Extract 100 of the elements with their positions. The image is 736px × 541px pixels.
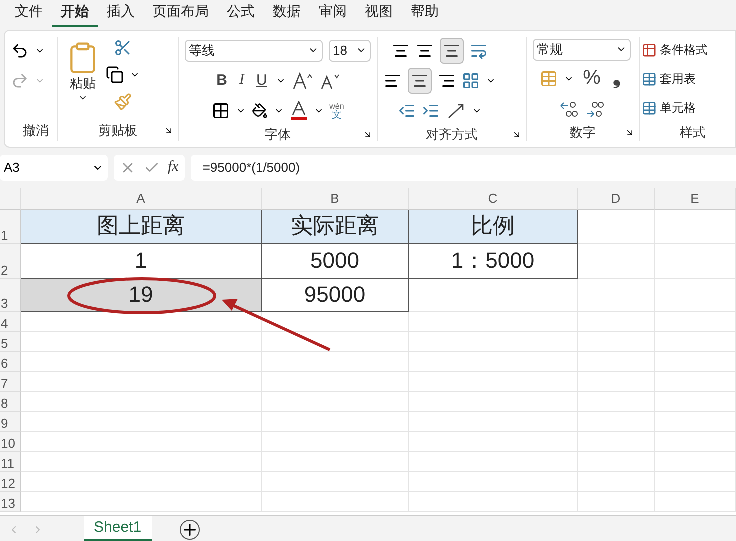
table-cell[interactable]: 5000 <box>262 244 409 279</box>
empty-cell[interactable] <box>262 492 409 512</box>
empty-cell[interactable] <box>655 492 736 512</box>
empty-cell[interactable] <box>655 432 736 452</box>
phonetic-button[interactable]: wén 文 <box>330 102 344 120</box>
align-bottom-button[interactable] <box>440 38 464 64</box>
undo-icon[interactable] <box>11 42 29 60</box>
empty-cell[interactable] <box>655 244 736 279</box>
empty-cell[interactable] <box>578 372 655 392</box>
copy-icon[interactable] <box>106 66 124 84</box>
empty-cell[interactable] <box>262 312 409 332</box>
column-header[interactable]: A <box>21 188 262 210</box>
ribbon-tab[interactable]: 文件 <box>6 0 52 28</box>
paintbrush-icon[interactable] <box>114 92 132 111</box>
row-header[interactable]: 11 <box>0 452 21 472</box>
font-color-icon[interactable] <box>290 100 308 121</box>
empty-cell[interactable] <box>578 278 655 312</box>
ribbon-tab[interactable]: 视图 <box>356 0 402 28</box>
empty-cell[interactable] <box>409 352 578 372</box>
empty-cell[interactable] <box>409 372 578 392</box>
empty-cell[interactable] <box>655 472 736 492</box>
currency-format-icon[interactable] <box>540 70 558 88</box>
increase-decimal-icon[interactable] <box>559 100 579 118</box>
table-cell[interactable]: 95000 <box>262 278 409 312</box>
scissors-icon[interactable] <box>114 38 132 57</box>
ribbon-tab[interactable]: 帮助 <box>402 0 448 28</box>
font-name-dropdown[interactable]: 等线 <box>185 40 323 62</box>
empty-cell[interactable] <box>655 210 736 244</box>
empty-cell[interactable] <box>655 452 736 472</box>
empty-cell[interactable] <box>655 278 736 312</box>
paste-button[interactable]: 粘贴 <box>64 38 102 119</box>
empty-cell[interactable] <box>262 472 409 492</box>
row-header[interactable]: 1 <box>0 210 21 244</box>
insert-function-button[interactable]: fx <box>168 159 179 176</box>
ribbon-tab[interactable]: 插入 <box>98 0 144 28</box>
formula-input[interactable]: =95000*(1/5000) <box>190 154 736 181</box>
empty-cell[interactable] <box>409 412 578 432</box>
row-header[interactable]: 3 <box>0 278 21 312</box>
number-format-dropdown[interactable]: 常规 <box>533 38 631 61</box>
empty-cell[interactable] <box>409 492 578 512</box>
ribbon-tab[interactable]: 数据 <box>264 0 310 28</box>
empty-cell[interactable] <box>655 332 736 352</box>
empty-cell[interactable] <box>578 352 655 372</box>
table-cell[interactable]: 1：5000 <box>409 244 578 279</box>
fill-color-icon[interactable] <box>252 102 268 119</box>
empty-cell[interactable] <box>578 432 655 452</box>
borders-icon[interactable] <box>212 102 230 120</box>
empty-cell[interactable] <box>655 312 736 332</box>
empty-cell[interactable] <box>578 472 655 492</box>
row-header[interactable]: 2 <box>0 244 21 279</box>
style-button[interactable]: 套用表 <box>642 68 696 92</box>
redo-icon[interactable] <box>11 72 29 90</box>
empty-cell[interactable] <box>578 412 655 432</box>
dialog-launcher-icon[interactable] <box>363 130 373 140</box>
empty-cell[interactable] <box>578 332 655 352</box>
row-header[interactable]: 12 <box>0 472 21 492</box>
style-button[interactable]: 条件格式 <box>642 38 708 63</box>
align-center-button[interactable] <box>408 68 432 94</box>
table-cell[interactable]: 1 <box>21 244 262 279</box>
ribbon-tab[interactable]: 开始 <box>52 0 98 28</box>
empty-cell[interactable] <box>409 472 578 492</box>
italic-button[interactable]: I <box>236 68 248 94</box>
comma-button[interactable]: ❟ <box>610 66 624 92</box>
empty-cell[interactable] <box>409 432 578 452</box>
empty-cell[interactable] <box>409 332 578 352</box>
select-all-corner[interactable] <box>0 188 21 210</box>
column-header[interactable]: B <box>262 188 409 210</box>
add-sheet-icon[interactable] <box>180 520 200 540</box>
merge-cells-icon[interactable] <box>462 72 480 90</box>
row-header[interactable]: 8 <box>0 392 21 412</box>
empty-cell[interactable] <box>262 432 409 452</box>
table-cell[interactable]: 图上距离 <box>21 210 262 244</box>
ribbon-tab[interactable]: 审阅 <box>310 0 356 28</box>
row-header[interactable]: 6 <box>0 352 21 372</box>
row-header[interactable]: 5 <box>0 332 21 352</box>
row-header[interactable]: 4 <box>0 312 21 332</box>
empty-cell[interactable] <box>409 452 578 472</box>
empty-cell[interactable] <box>262 352 409 372</box>
decrease-decimal-icon[interactable] <box>585 100 605 118</box>
empty-cell[interactable] <box>578 392 655 412</box>
style-button[interactable]: 单元格 <box>642 96 696 121</box>
empty-cell[interactable] <box>655 392 736 412</box>
row-header[interactable]: 9 <box>0 412 21 432</box>
empty-cell[interactable] <box>262 332 409 352</box>
empty-cell[interactable] <box>409 392 578 412</box>
ribbon-tab[interactable]: 页面布局 <box>144 0 218 28</box>
empty-cell[interactable] <box>262 412 409 432</box>
underline-button[interactable]: U <box>254 68 270 94</box>
column-header[interactable]: D <box>578 188 655 210</box>
empty-cell[interactable] <box>578 492 655 512</box>
row-header[interactable]: 13 <box>0 492 21 512</box>
table-cell[interactable]: 实际距离 <box>262 210 409 244</box>
empty-cell[interactable] <box>262 372 409 392</box>
empty-cell[interactable] <box>578 312 655 332</box>
empty-cell[interactable] <box>262 452 409 472</box>
empty-cell[interactable] <box>262 392 409 412</box>
row-header[interactable]: 7 <box>0 372 21 392</box>
empty-cell[interactable] <box>578 452 655 472</box>
name-box[interactable]: A3 <box>0 154 108 181</box>
row-header[interactable]: 10 <box>0 432 21 452</box>
